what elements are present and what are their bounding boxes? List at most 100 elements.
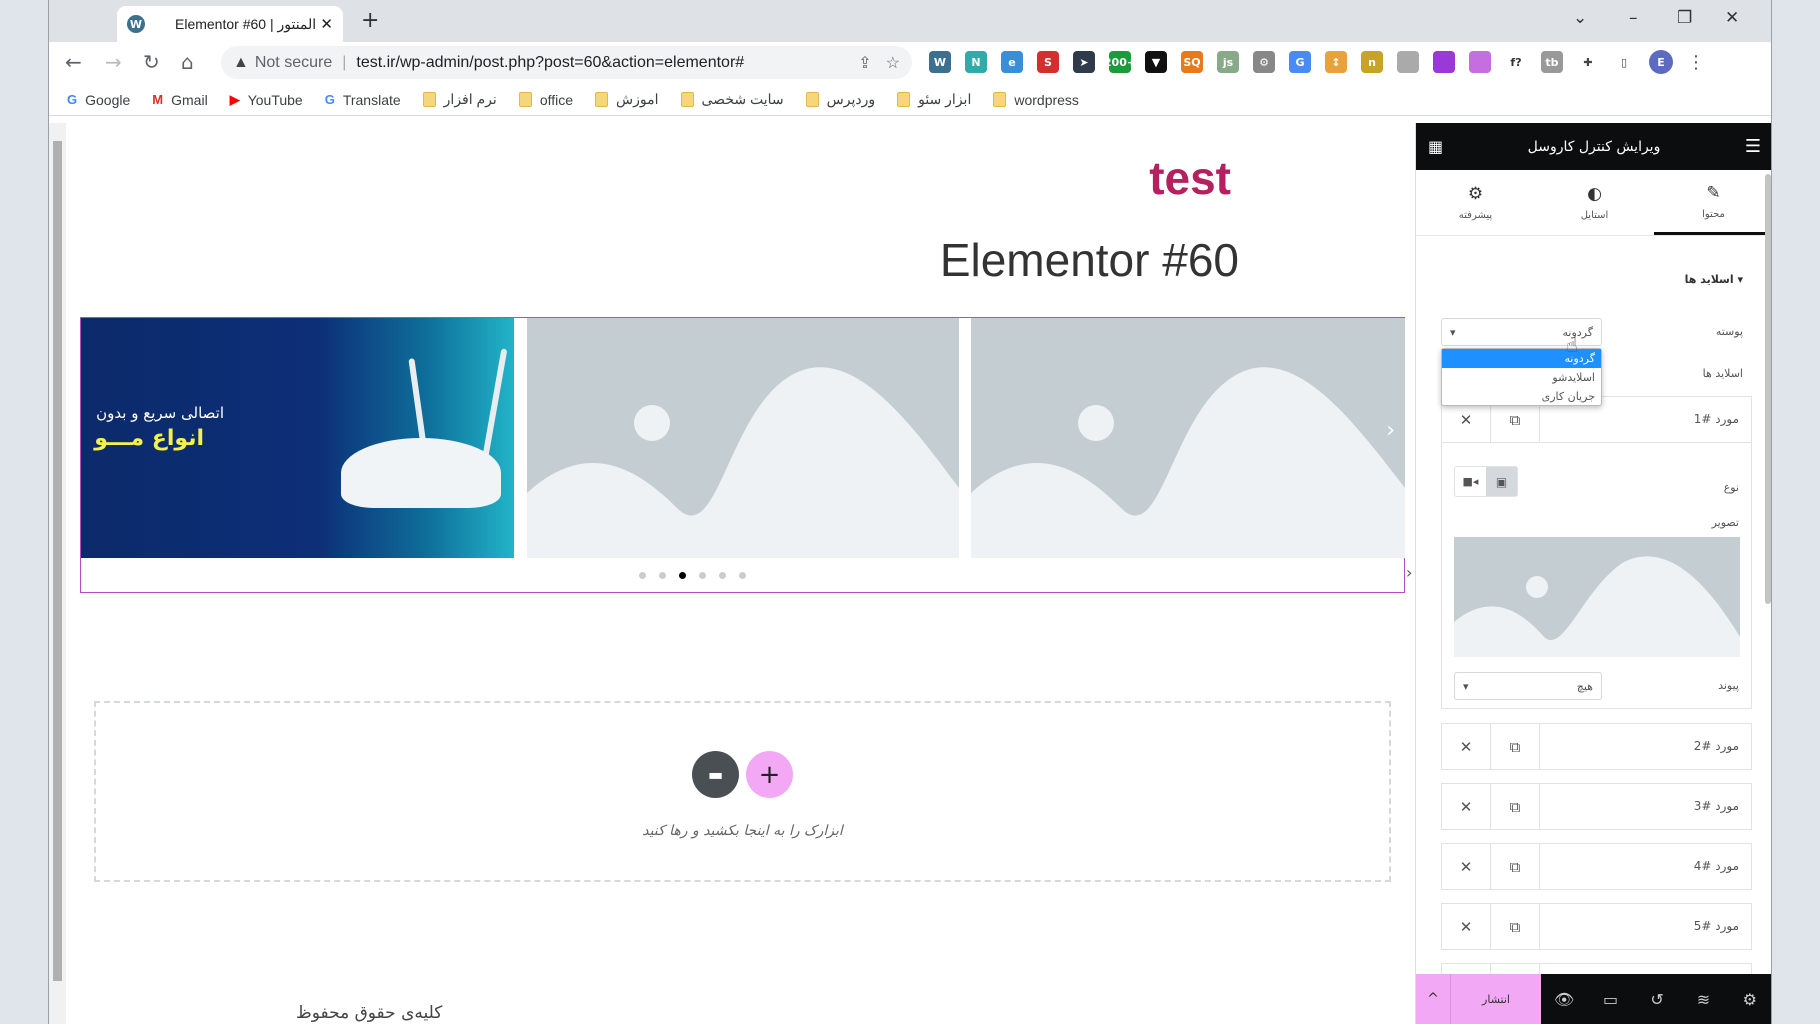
remove-item-icon[interactable]: ✕: [1442, 844, 1491, 889]
scrollbar-thumb[interactable]: [53, 141, 62, 981]
new-tab-button[interactable]: +: [361, 8, 379, 33]
template-library-button[interactable]: ▬: [692, 751, 739, 798]
tab-search-icon[interactable]: ⌄: [1573, 8, 1587, 28]
pagination-dot[interactable]: [699, 572, 706, 579]
chevron-right-icon[interactable]: ›: [1406, 563, 1412, 582]
side-panel-icon[interactable]: ▯: [1613, 51, 1635, 73]
next-arrow-icon[interactable]: ›: [1386, 418, 1395, 443]
tb-extension-icon[interactable]: tb: [1541, 51, 1563, 73]
duplicate-item-icon[interactable]: ⧉: [1491, 844, 1540, 889]
reload-icon[interactable]: ↻: [143, 50, 160, 74]
remove-item-icon[interactable]: ✕: [1442, 784, 1491, 829]
ext-blue-extension-icon[interactable]: e: [1001, 51, 1023, 73]
skin-option[interactable]: اسلایدشو: [1442, 368, 1601, 387]
repeater-item[interactable]: ✕ ⧉ مورد #2: [1441, 723, 1752, 770]
panel-scrollbar[interactable]: [1765, 174, 1771, 604]
minimize-button[interactable]: –: [1629, 8, 1638, 28]
bookmark-item[interactable]: نرم افزار: [422, 91, 497, 108]
gear-extension-icon[interactable]: ⚙: [1253, 51, 1275, 73]
pagination-dot[interactable]: [639, 572, 646, 579]
duplicate-item-icon[interactable]: ⧉: [1491, 784, 1540, 829]
shield-extension-icon[interactable]: ▼: [1145, 51, 1167, 73]
js-extension-icon[interactable]: js: [1217, 51, 1239, 73]
carousel-slide-banner[interactable]: اتصالی سریع و بدون انواع مـــو: [81, 318, 514, 558]
remove-item-icon[interactable]: ✕: [1442, 724, 1491, 769]
image-chooser[interactable]: [1454, 537, 1740, 657]
add-section-button[interactable]: +: [746, 751, 793, 798]
close-window-button[interactable]: ✕: [1725, 8, 1739, 28]
wordpress-extension-icon[interactable]: W: [929, 51, 951, 73]
bookmark-item[interactable]: G Translate: [325, 92, 401, 108]
home-icon[interactable]: ⌂: [181, 50, 194, 74]
bookmark-item[interactable]: سایت شخصی: [680, 91, 784, 108]
media-carousel-widget[interactable]: اتصالی سریع و بدون انواع مـــو ›: [80, 317, 1405, 593]
navigator-layers-icon[interactable]: ≋: [1680, 974, 1726, 1024]
forward-icon[interactable]: →: [105, 50, 122, 74]
image-icon[interactable]: ▣: [1486, 467, 1517, 496]
bookmark-star-icon[interactable]: ☆: [886, 53, 900, 73]
arrows-extension-icon[interactable]: ↕: [1325, 51, 1347, 73]
bookmark-item[interactable]: wordpress: [993, 92, 1079, 108]
video-icon[interactable]: ■◂: [1455, 467, 1486, 496]
item-title[interactable]: مورد #2: [1540, 724, 1751, 769]
browser-tab[interactable]: W Elementor #60 | المنتور ✕: [117, 6, 343, 42]
duplicate-item-icon[interactable]: ⧉: [1491, 904, 1540, 949]
bookmark-item[interactable]: وردپرس: [805, 91, 875, 108]
cursor-extension-icon[interactable]: ➤: [1073, 51, 1095, 73]
bookmark-item[interactable]: M Gmail: [152, 92, 207, 108]
sq-extension-icon[interactable]: SQ: [1181, 51, 1203, 73]
feather-extension-icon[interactable]: [1469, 51, 1491, 73]
restore-button[interactable]: ❐: [1677, 8, 1692, 28]
tab-content[interactable]: ✎ محتوا: [1654, 170, 1771, 235]
history-icon[interactable]: ↺: [1634, 974, 1680, 1024]
responsive-mode-icon[interactable]: ▭: [1587, 974, 1633, 1024]
address-bar[interactable]: ▲ Not secure | test.ir/wp-admin/post.php…: [221, 46, 912, 79]
preview-eye-icon[interactable]: 👁: [1541, 974, 1587, 1024]
seo-extension-icon[interactable]: S: [1037, 51, 1059, 73]
remove-item-icon[interactable]: ✕: [1442, 904, 1491, 949]
carousel-slide-placeholder[interactable]: [527, 318, 959, 558]
bookmark-item[interactable]: office: [518, 92, 573, 108]
gray-extension-icon[interactable]: [1397, 51, 1419, 73]
hamburger-menu-icon[interactable]: ☰: [1745, 136, 1761, 157]
repeater-item[interactable]: ✕ ⧉ مورد #5: [1441, 903, 1752, 950]
share-icon[interactable]: ⇪: [858, 53, 871, 73]
bookmark-item[interactable]: G Google: [67, 92, 130, 108]
profile-avatar[interactable]: E: [1649, 50, 1673, 74]
back-icon[interactable]: ←: [65, 50, 82, 74]
section-toggle-slides[interactable]: اسلاید ها ▾: [1685, 273, 1743, 286]
puzzle-extensions-icon[interactable]: ✚: [1577, 51, 1599, 73]
tab-advanced[interactable]: ⚙ پیشرفته: [1416, 170, 1535, 235]
bookmark-item[interactable]: ابزار سئو: [897, 91, 971, 108]
pagination-dot[interactable]: [679, 572, 686, 579]
url-text[interactable]: test.ir/wp-admin/post.php?post=60&action…: [356, 54, 844, 72]
picker-extension-icon[interactable]: [1433, 51, 1455, 73]
repeater-item[interactable]: ✕ ⧉ مورد #3: [1441, 783, 1752, 830]
item-title[interactable]: مورد #4: [1540, 844, 1751, 889]
item-title[interactable]: مورد #3: [1540, 784, 1751, 829]
fx-extension-icon[interactable]: f?: [1505, 51, 1527, 73]
pagination-dot[interactable]: [719, 572, 726, 579]
item-title[interactable]: مورد #5: [1540, 904, 1751, 949]
duplicate-item-icon[interactable]: ⧉: [1491, 724, 1540, 769]
n-extension-icon[interactable]: N: [965, 51, 987, 73]
site-title[interactable]: test: [1149, 151, 1231, 205]
tab-style[interactable]: ◐ استایل: [1535, 170, 1654, 235]
empty-section-dropzone[interactable]: ▬ + ابزارک را به اینجا بکشید و رها کنید: [94, 701, 1391, 882]
link-select[interactable]: ▾ هیچ: [1454, 672, 1602, 700]
settings-gear-icon[interactable]: ⚙: [1727, 974, 1771, 1024]
alexa-extension-icon[interactable]: 200+: [1104, 51, 1136, 73]
canvas-scrollbar[interactable]: [49, 123, 66, 1024]
publish-button[interactable]: انتشار: [1451, 974, 1541, 1024]
pagination-dot[interactable]: [659, 572, 666, 579]
close-tab-icon[interactable]: ✕: [320, 15, 333, 33]
browser-menu-icon[interactable]: ⋮: [1687, 52, 1705, 73]
bookmark-item[interactable]: ▶ YouTube: [230, 92, 303, 108]
carousel-slide-placeholder[interactable]: ›: [971, 318, 1405, 558]
publish-options-caret-icon[interactable]: ^: [1416, 974, 1451, 1024]
bookmark-item[interactable]: اموزش: [595, 91, 659, 108]
pagination-dot[interactable]: [739, 572, 746, 579]
tag-extension-icon[interactable]: n: [1361, 51, 1383, 73]
skin-option[interactable]: جریان کاری: [1442, 387, 1601, 406]
translate-extension-icon[interactable]: G: [1289, 51, 1311, 73]
